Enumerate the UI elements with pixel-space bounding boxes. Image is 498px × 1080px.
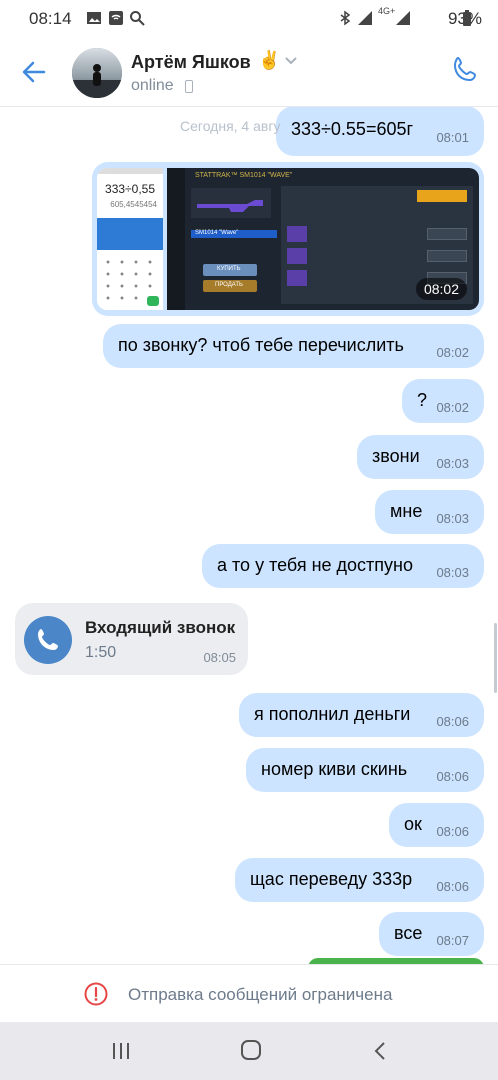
message-text: мне	[390, 501, 423, 521]
message-time: 08:07	[436, 933, 469, 948]
recent-apps-icon[interactable]	[110, 1040, 132, 1062]
message-text: щас переведу 333р	[250, 869, 413, 889]
scrollbar[interactable]	[494, 623, 497, 693]
call-duration: 1:50	[85, 644, 117, 661]
call-icon-circle	[24, 616, 72, 664]
status-time: 08:14	[29, 9, 72, 28]
incoming-call-message[interactable]: Входящий звонок 1:50 08:05	[15, 603, 248, 675]
warning-icon	[84, 982, 108, 1006]
game-selected-row: SM1014 "Wave"	[191, 230, 277, 238]
listing-thumb-3	[287, 270, 307, 286]
restriction-text: Отправка сообщений ограничена	[128, 985, 393, 1004]
bluetooth-icon	[340, 10, 351, 26]
phone-handset-icon	[38, 629, 58, 650]
message-time: 08:06	[436, 714, 469, 729]
message-list[interactable]: 333÷0.55=605г 08:01 Сегодня, 4 авгу 333÷…	[0, 106, 498, 964]
message-bubble[interactable]: номер киви скинь 08:06	[246, 748, 484, 792]
message-bubble[interactable]: 333÷0.55=605г 08:01	[276, 106, 484, 156]
call-phone-icon[interactable]	[450, 55, 480, 85]
photo-time: 08:02	[415, 278, 467, 300]
listing-buy-2	[427, 250, 467, 262]
game-screenshot[interactable]: STATTRAK™ SM1014 "WAVE" SM1014 "Wave" КУ…	[167, 168, 479, 310]
wifi-call-icon	[109, 11, 123, 25]
message-bubble[interactable]: ок 08:06	[389, 803, 484, 847]
message-bubble[interactable]: я пополнил деньги 08:06	[239, 693, 484, 737]
call-title: Входящий звонок	[85, 618, 236, 637]
message-time: 08:03	[436, 565, 469, 580]
gallery-icon	[87, 12, 101, 24]
photo-message[interactable]: 333÷0,55 605,4545454 STATTRAK™ SM1014 "W…	[92, 162, 484, 316]
contact-name[interactable]: Артём Яшков	[131, 52, 251, 73]
message-text: номер киви скинь	[261, 759, 408, 779]
message-text: 333÷0.55=605г	[291, 119, 414, 139]
listing-thumb-2	[287, 248, 307, 264]
game-top-price	[417, 190, 467, 202]
message-time: 08:06	[436, 769, 469, 784]
listing-buy-1	[427, 228, 467, 240]
calc-func-keys	[97, 218, 163, 250]
contact-status: online	[131, 77, 174, 94]
call-time: 08:05	[203, 650, 236, 665]
message-text: по звонку? чтоб тебе перечислить	[118, 335, 404, 355]
avatar-image	[72, 48, 122, 98]
calc-result: 605,4545454	[110, 200, 157, 209]
signal-icon-2	[396, 11, 410, 25]
calc-expression: 333÷0,55	[105, 182, 155, 196]
calculator-screenshot[interactable]: 333÷0,55 605,4545454	[97, 168, 163, 310]
message-text: ок	[404, 814, 422, 834]
message-bubble[interactable]: все 08:07	[379, 912, 484, 956]
message-bubble[interactable]: мне 08:03	[375, 490, 484, 534]
system-nav-bar	[0, 1022, 498, 1080]
back-arrow-icon[interactable]	[20, 58, 48, 86]
avatar[interactable]	[72, 48, 122, 98]
chevron-down-icon[interactable]	[284, 56, 298, 66]
message-text: я пополнил деньги	[254, 704, 411, 724]
date-separator: Сегодня, 4 авгу	[180, 118, 281, 134]
message-text: звони	[372, 446, 420, 466]
message-bubble[interactable]: ? 08:02	[402, 379, 484, 423]
weapon-icon	[197, 200, 263, 212]
calc-equals-key	[147, 296, 159, 306]
nav-back-icon[interactable]	[372, 1040, 388, 1062]
message-bubble[interactable]: звони 08:03	[357, 435, 484, 479]
message-bubble[interactable]: по звонку? чтоб тебе перечислить 08:02	[103, 324, 484, 368]
game-sidebar	[167, 168, 185, 310]
battery-icon	[463, 10, 471, 26]
home-icon[interactable]	[240, 1039, 262, 1061]
message-time: 08:01	[436, 130, 469, 145]
signal-icon-1	[358, 11, 372, 25]
game-buy-button: КУПИТЬ	[203, 264, 257, 276]
restriction-banner: Отправка сообщений ограничена	[0, 964, 498, 1023]
message-time: 08:06	[436, 879, 469, 894]
network-type: 4G+	[378, 6, 396, 16]
victory-hand-icon: ✌	[258, 50, 281, 70]
search-icon	[130, 11, 145, 26]
message-bubble[interactable]: а то у тебя не достпуно 08:03	[202, 544, 484, 588]
message-time: 08:02	[436, 400, 469, 415]
mobile-device-icon	[185, 80, 193, 93]
message-time: 08:06	[436, 824, 469, 839]
message-time: 08:03	[436, 511, 469, 526]
message-text: а то у тебя не достпуно	[217, 555, 413, 575]
chat-header: Артём Яшков ✌ online	[0, 38, 498, 107]
calc-statusbar	[97, 168, 163, 174]
game-item-title: STATTRAK™ SM1014 "WAVE"	[195, 172, 293, 179]
game-weapon-image	[191, 188, 271, 218]
game-sell-button: ПРОДАТЬ	[203, 280, 257, 292]
message-text: все	[394, 923, 423, 943]
message-time: 08:03	[436, 456, 469, 471]
message-bubble[interactable]: щас переведу 333р 08:06	[235, 858, 484, 902]
message-time: 08:02	[436, 345, 469, 360]
message-text: ?	[417, 390, 428, 410]
status-bar: 08:14 4G+ 93%	[0, 0, 498, 38]
listing-thumb-1	[287, 226, 307, 242]
